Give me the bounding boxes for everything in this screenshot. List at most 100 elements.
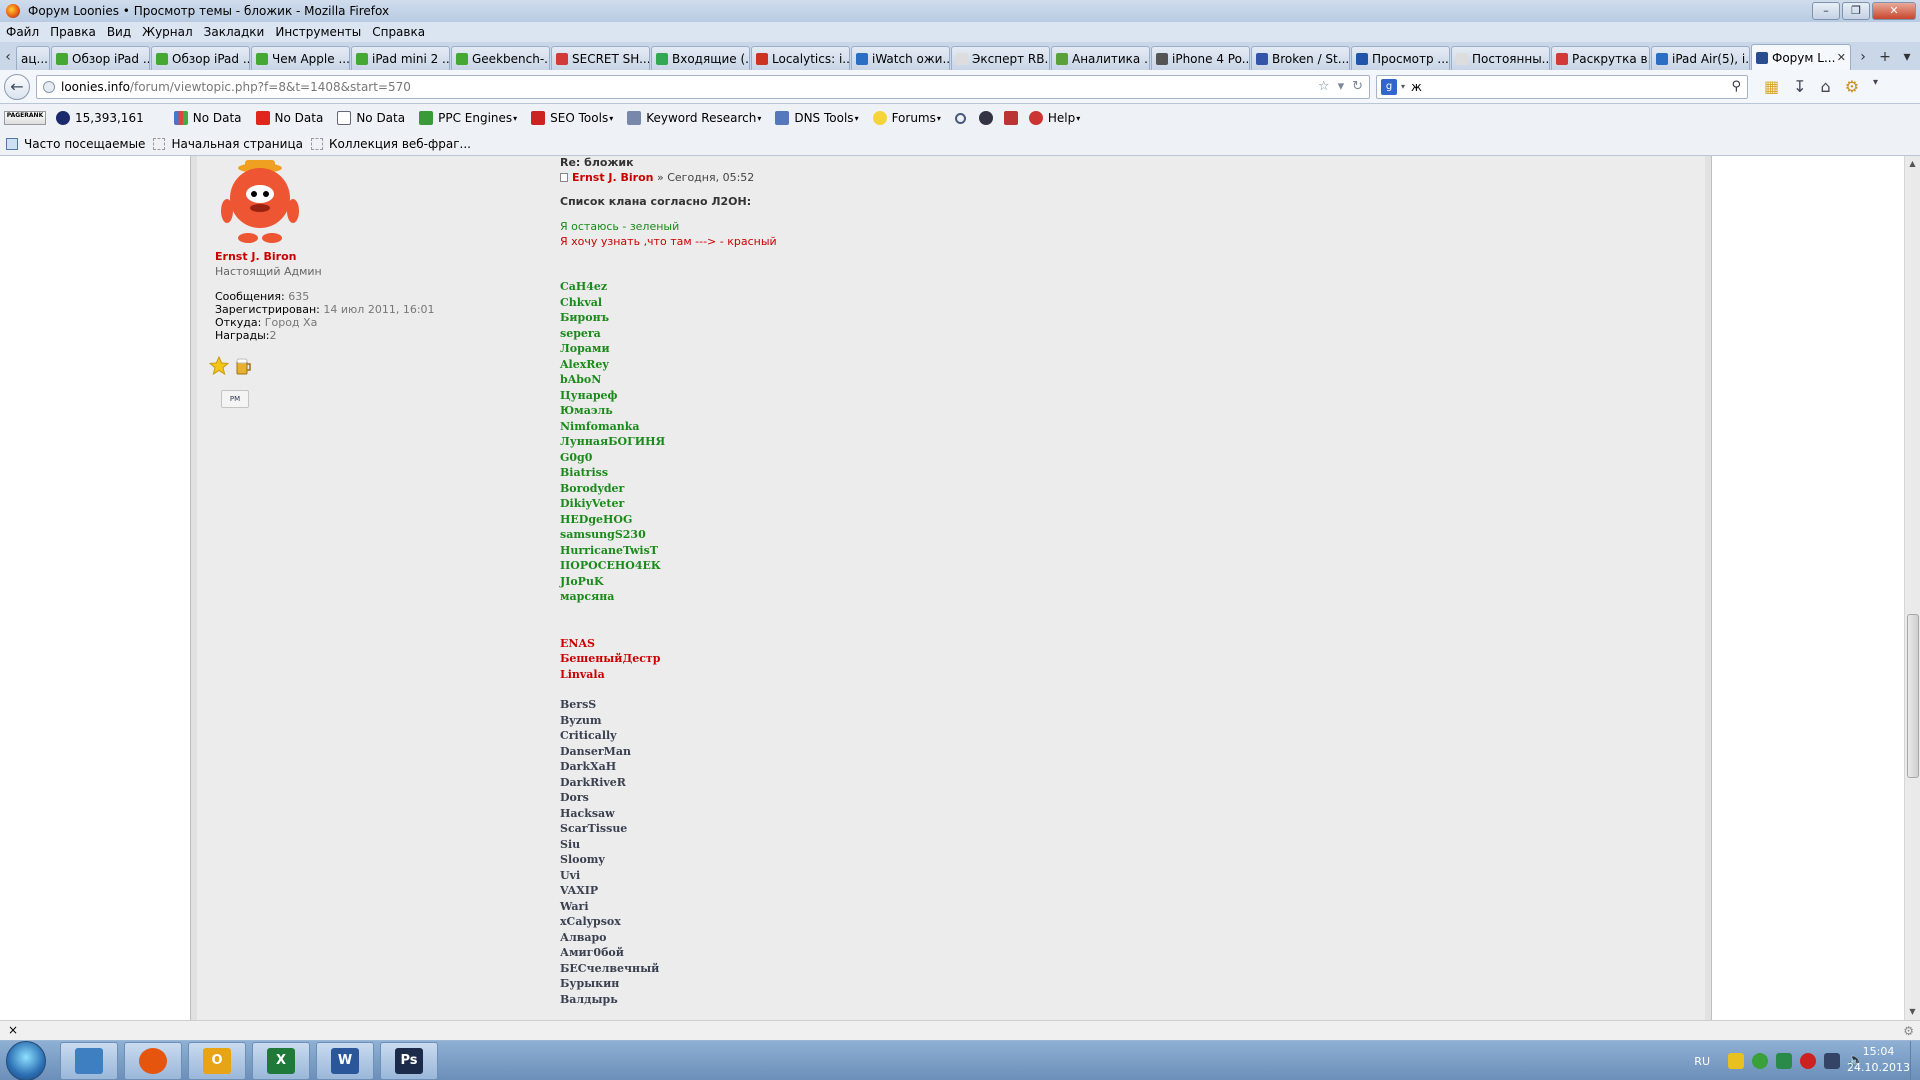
window-controls: – ❐ ✕: [1812, 2, 1916, 20]
taskbar-app-explorer[interactable]: [60, 1041, 118, 1080]
profile-username[interactable]: Ernst J. Biron: [215, 250, 435, 263]
browser-tab[interactable]: Форум L... ✕: [1751, 44, 1851, 70]
vertical-scrollbar[interactable]: ▲ ▼: [1904, 156, 1920, 1020]
browser-tab[interactable]: Аналитика ...: [1051, 46, 1150, 70]
taskbar-app-word[interactable]: W: [316, 1041, 374, 1080]
browser-tab[interactable]: iPad Air(5), i...: [1651, 46, 1750, 70]
tabs-scroll-right-icon[interactable]: ›: [1852, 44, 1874, 70]
bookmarks-menu-icon[interactable]: ▦: [1764, 77, 1779, 96]
search-icon[interactable]: ⚲: [1731, 79, 1741, 94]
browser-tab[interactable]: iWatch ожи...: [851, 46, 950, 70]
avatar[interactable]: [215, 156, 305, 246]
restore-button[interactable]: ❐: [1842, 2, 1870, 20]
browser-tab[interactable]: iPad mini 2 ...: [351, 46, 450, 70]
tray-app-icon-3[interactable]: [1776, 1053, 1792, 1069]
status-gear-icon[interactable]: ⚙: [1903, 1022, 1914, 1040]
search-input[interactable]: ж: [1411, 80, 1422, 94]
reload-icon[interactable]: ↻: [1352, 79, 1363, 94]
scroll-up-icon[interactable]: ▲: [1905, 156, 1920, 172]
search-bar[interactable]: g ▾ ж ⚲: [1376, 74, 1748, 99]
browser-tab[interactable]: ац...: [16, 46, 50, 70]
taskbar-app-firefox[interactable]: [124, 1041, 182, 1080]
browser-tab[interactable]: Localytics: i...: [751, 46, 850, 70]
menu-edit[interactable]: Правка: [50, 25, 96, 39]
browser-tab[interactable]: iPhone 4 Po...: [1151, 46, 1250, 70]
alexa-rank[interactable]: 15,393,161: [56, 111, 144, 125]
tabs-scroll-left-icon[interactable]: ‹: [0, 44, 16, 70]
tray-app-icon-4[interactable]: [1800, 1053, 1816, 1069]
bookmark-most-visited[interactable]: Часто посещаемые: [6, 137, 145, 151]
start-button[interactable]: [6, 1040, 46, 1080]
pm-button[interactable]: PM: [221, 390, 249, 408]
menu-help[interactable]: Справка: [372, 25, 425, 39]
post-link-icon[interactable]: [560, 173, 568, 182]
browser-tab[interactable]: Чем Apple ...: [251, 46, 350, 70]
bookmark-star-icon[interactable]: ☆: [1318, 79, 1330, 94]
menu-tools[interactable]: Инструменты: [275, 25, 361, 39]
close-window-button[interactable]: ✕: [1872, 2, 1916, 20]
pagerank-badge[interactable]: PAGERANK: [4, 111, 46, 125]
dns-icon: [775, 111, 790, 125]
browser-tab[interactable]: Обзор iPad ...: [151, 46, 250, 70]
url-bar[interactable]: loonies.info/forum/viewtopic.php?f=8&t=1…: [36, 74, 1370, 99]
seo-metric-1[interactable]: No Data: [173, 111, 242, 125]
help-menu[interactable]: Help ▾: [1028, 111, 1080, 125]
history-dropdown-icon[interactable]: ▾: [1338, 79, 1345, 94]
tray-app-icon-2[interactable]: [1752, 1053, 1768, 1069]
browser-tab[interactable]: Geekbench-...: [451, 46, 550, 70]
taskbar-app-photoshop[interactable]: Ps: [380, 1041, 438, 1080]
scroll-down-icon[interactable]: ▼: [1905, 1004, 1920, 1020]
bookmark-web-slices[interactable]: Коллекция веб-фраг...: [310, 137, 471, 151]
home-icon[interactable]: ⌂: [1821, 77, 1831, 96]
tab-close-icon[interactable]: ✕: [1837, 51, 1846, 64]
tab-favicon-icon: [1056, 52, 1068, 65]
bookmark-start-page[interactable]: Начальная страница: [153, 137, 303, 151]
meter-tool[interactable]: [1003, 111, 1023, 125]
browser-tab[interactable]: SECRET SH...: [551, 46, 650, 70]
more-tools-icon[interactable]: ▾: [1873, 77, 1878, 96]
find-bar-close-icon[interactable]: ×: [8, 1023, 18, 1037]
clock[interactable]: 15:04 24.10.2013: [1847, 1044, 1910, 1076]
back-button[interactable]: ←: [4, 73, 30, 100]
tray-app-icon-1[interactable]: [1728, 1053, 1744, 1069]
menu-bookmarks[interactable]: Закладки: [204, 25, 265, 39]
taskbar-app-outlook[interactable]: O: [188, 1041, 246, 1080]
bug-tool[interactable]: [978, 111, 998, 125]
minimize-button[interactable]: –: [1812, 2, 1840, 20]
forums-menu[interactable]: Forums ▾: [872, 111, 941, 125]
magnifier-tool[interactable]: [954, 112, 971, 124]
ppc-engines-menu[interactable]: PPC Engines ▾: [419, 111, 517, 125]
browser-tab[interactable]: Обзор iPad ...: [51, 46, 150, 70]
seo-metric-2[interactable]: No Data: [255, 111, 323, 125]
menu-view[interactable]: Вид: [107, 25, 131, 39]
site-identity-icon[interactable]: [43, 80, 55, 93]
language-indicator[interactable]: RU: [1694, 1055, 1710, 1068]
show-desktop-button[interactable]: [1910, 1041, 1920, 1080]
browser-tab[interactable]: Эксперт RB...: [951, 46, 1050, 70]
new-tab-button[interactable]: +: [1874, 44, 1896, 70]
browser-tab[interactable]: Просмотр ...: [1351, 46, 1450, 70]
addon-gear-icon[interactable]: ⚙: [1845, 77, 1859, 96]
engine-dropdown-icon[interactable]: ▾: [1401, 82, 1405, 91]
bookmark-icon: [153, 137, 166, 150]
browser-tab[interactable]: Broken / St...: [1251, 46, 1350, 70]
downloads-icon[interactable]: ↧: [1793, 77, 1806, 96]
browser-tab[interactable]: Входящие (...: [651, 46, 750, 70]
post-title[interactable]: Re: бложик: [560, 156, 1460, 170]
star-award-icon[interactable]: [209, 356, 229, 376]
list-tabs-icon[interactable]: ▾: [1896, 44, 1918, 70]
browser-tab[interactable]: Постоянны...: [1451, 46, 1550, 70]
menu-file[interactable]: Файл: [6, 25, 39, 39]
menu-history[interactable]: Журнал: [142, 25, 193, 39]
taskbar-app-excel[interactable]: X: [252, 1041, 310, 1080]
google-icon[interactable]: g: [1381, 78, 1397, 95]
scrollbar-thumb[interactable]: [1907, 614, 1919, 778]
network-icon[interactable]: [1824, 1053, 1840, 1069]
dns-tools-menu[interactable]: DNS Tools ▾: [775, 111, 859, 125]
seo-metric-3[interactable]: No Data: [337, 111, 405, 125]
seo-tools-menu[interactable]: SEO Tools ▾: [531, 111, 613, 125]
beer-award-icon[interactable]: [233, 356, 253, 376]
post-author[interactable]: Ernst J. Biron: [572, 171, 653, 184]
keyword-research-menu[interactable]: Keyword Research ▾: [627, 111, 761, 125]
browser-tab[interactable]: Раскрутка в...: [1551, 46, 1650, 70]
